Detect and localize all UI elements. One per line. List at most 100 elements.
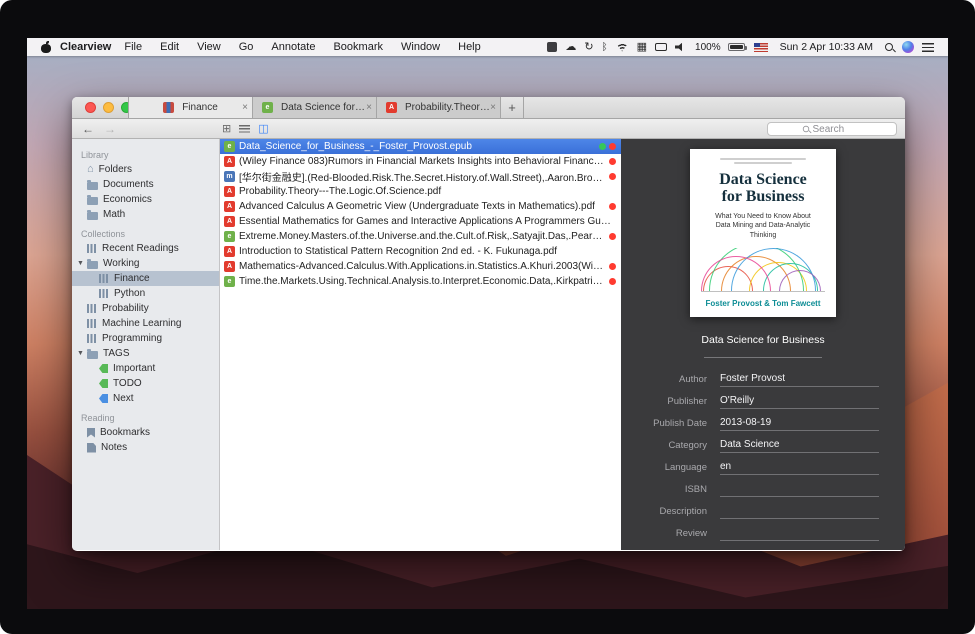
sidebar: Library⌂FoldersDocumentsEconomicsMathCol…	[72, 139, 220, 550]
minimize-window-button[interactable]	[103, 102, 114, 113]
file-row[interactable]: Essential Mathematics for Games and Inte…	[220, 214, 621, 229]
sidebar-item-math[interactable]: Math	[72, 207, 219, 222]
sidebar-item-important[interactable]: Important	[72, 361, 219, 376]
window-title-bar[interactable]: Finance×Data Science for Business×Probab…	[72, 97, 905, 119]
tab-label: Data Science for Business	[281, 102, 367, 113]
sync-icon[interactable]	[584, 38, 593, 56]
file-row[interactable]: Introduction to Statistical Pattern Reco…	[220, 244, 621, 259]
menu-annotate[interactable]: Annotate	[262, 38, 324, 56]
app-menu-title[interactable]: Clearview	[60, 41, 111, 53]
mobi-icon	[224, 171, 235, 182]
sidebar-item-next[interactable]: Next	[72, 391, 219, 406]
folder-icon	[87, 182, 98, 190]
stack-icon	[99, 289, 109, 298]
sidebar-item-recent-readings[interactable]: Recent Readings	[72, 241, 219, 256]
menu-window[interactable]: Window	[392, 38, 449, 56]
wifi-icon[interactable]	[616, 43, 629, 52]
volume-icon[interactable]	[675, 43, 685, 52]
sidebar-item-probability[interactable]: Probability	[72, 301, 219, 316]
disclosure-triangle-icon[interactable]: ▼	[77, 260, 87, 267]
tab-close-icon[interactable]: ×	[242, 103, 248, 113]
field-value[interactable]	[720, 527, 879, 541]
tab-close-icon[interactable]: ×	[366, 103, 372, 113]
field-value[interactable]: en	[720, 461, 879, 475]
menu-bar: Clearview FileEditViewGoAnnotateBookmark…	[27, 38, 948, 56]
menu-bar-clock[interactable]: Sun 2 Apr 10:33 AM	[780, 41, 873, 53]
back-button[interactable]: ←	[82, 120, 94, 138]
sidebar-item-todo[interactable]: TODO	[72, 376, 219, 391]
file-name: Probability.Theory---The.Logic.Of.Scienc…	[239, 186, 612, 197]
menu-help[interactable]: Help	[449, 38, 490, 56]
field-value[interactable]: Data Science	[720, 439, 879, 453]
file-row[interactable]: [华尔街金融史].(Red-Blooded.Risk.The.Secret.Hi…	[220, 169, 621, 184]
traffic-lights	[72, 97, 128, 118]
screen: Clearview FileEditViewGoAnnotateBookmark…	[27, 38, 948, 609]
sidebar-item-machine-learning[interactable]: Machine Learning	[72, 316, 219, 331]
field-value[interactable]: 2013-08-19	[720, 417, 879, 431]
tab-probability-theory-the-log[interactable]: Probability.Theory---The.Log…×	[376, 97, 500, 118]
file-row[interactable]: Time.the.Markets.Using.Technical.Analysi…	[220, 274, 621, 289]
field-value[interactable]	[720, 505, 879, 519]
field-value[interactable]	[720, 483, 879, 497]
file-row[interactable]: Mathematics-Advanced.Calculus.With.Appli…	[220, 259, 621, 274]
keyboard-icon[interactable]	[637, 38, 647, 56]
file-row[interactable]: Probability.Theory---The.Logic.Of.Scienc…	[220, 184, 621, 199]
cloud-icon[interactable]	[565, 38, 576, 56]
menu-edit[interactable]: Edit	[151, 38, 188, 56]
file-row[interactable]: Advanced Calculus A Geometric View (Unde…	[220, 199, 621, 214]
sidebar-item-documents[interactable]: Documents	[72, 177, 219, 192]
sidebar-item-folders[interactable]: ⌂Folders	[72, 162, 219, 177]
sidebar-item-economics[interactable]: Economics	[72, 192, 219, 207]
menu-file[interactable]: File	[115, 38, 151, 56]
file-row[interactable]: (Wiley Finance 083)Rumors in Financial M…	[220, 154, 621, 169]
sidebar-item-notes[interactable]: Notes	[72, 440, 219, 455]
tag-icon	[99, 394, 108, 403]
menu-bookmark[interactable]: Bookmark	[324, 38, 392, 56]
display-icon[interactable]	[655, 43, 667, 51]
siri-icon[interactable]	[902, 41, 914, 53]
sidebar-item-finance[interactable]: Finance	[72, 271, 219, 286]
sidebar-item-label: Folders	[99, 164, 132, 175]
status-dots	[599, 143, 616, 150]
tab-close-icon[interactable]: ×	[490, 103, 496, 113]
sidebar-item-programming[interactable]: Programming	[72, 331, 219, 346]
file-row[interactable]: Extreme.Money.Masters.of.the.Universe.an…	[220, 229, 621, 244]
battery-icon[interactable]	[728, 43, 745, 51]
field-value[interactable]: Foster Provost	[720, 373, 879, 387]
search-input[interactable]	[813, 124, 863, 135]
close-window-button[interactable]	[85, 102, 96, 113]
sidebar-item-working[interactable]: ▼Working	[72, 256, 219, 271]
file-row[interactable]: Data_Science_for_Business_-_Foster_Provo…	[220, 139, 621, 154]
tab-finance[interactable]: Finance×	[128, 97, 252, 118]
tab-data-science-for-business[interactable]: Data Science for Business×	[252, 97, 376, 118]
folder-icon	[87, 197, 98, 205]
sidebar-item-python[interactable]: Python	[72, 286, 219, 301]
field-row-publisher: PublisherO'Reilly	[621, 395, 905, 409]
spotlight-icon[interactable]	[885, 43, 893, 51]
sidebar-item-bookmarks[interactable]: Bookmarks	[72, 425, 219, 440]
search-field[interactable]	[767, 122, 897, 136]
apple-menu-icon[interactable]	[41, 41, 52, 53]
disclosure-triangle-icon[interactable]: ▼	[77, 350, 87, 357]
clearview-window: Finance×Data Science for Business×Probab…	[72, 97, 905, 551]
grid-view-icon[interactable]: ⊞	[222, 120, 231, 138]
sidebar-item-label: Next	[113, 393, 134, 404]
monitor: Clearview FileEditViewGoAnnotateBookmark…	[0, 0, 975, 634]
status-dot-icon	[599, 143, 606, 150]
file-name: (Wiley Finance 083)Rumors in Financial M…	[239, 156, 605, 167]
flag-icon[interactable]	[754, 43, 768, 52]
desktop-wallpaper: Finance×Data Science for Business×Probab…	[27, 56, 948, 609]
bluetooth-icon[interactable]	[602, 38, 608, 57]
menu-view[interactable]: View	[188, 38, 230, 56]
field-value[interactable]: O'Reilly	[720, 395, 879, 409]
new-tab-button[interactable]: +	[500, 97, 524, 118]
notification-center-icon[interactable]	[922, 43, 934, 52]
app-icon[interactable]	[547, 42, 557, 52]
menu-go[interactable]: Go	[230, 38, 263, 56]
two-pane-view-icon[interactable]: ◫	[258, 120, 268, 138]
sidebar-item-tags[interactable]: ▼TAGS	[72, 346, 219, 361]
forward-button[interactable]: →	[104, 120, 116, 138]
folder-icon	[87, 351, 98, 359]
sidebar-item-label: Notes	[101, 442, 127, 453]
list-view-icon[interactable]	[239, 125, 250, 133]
